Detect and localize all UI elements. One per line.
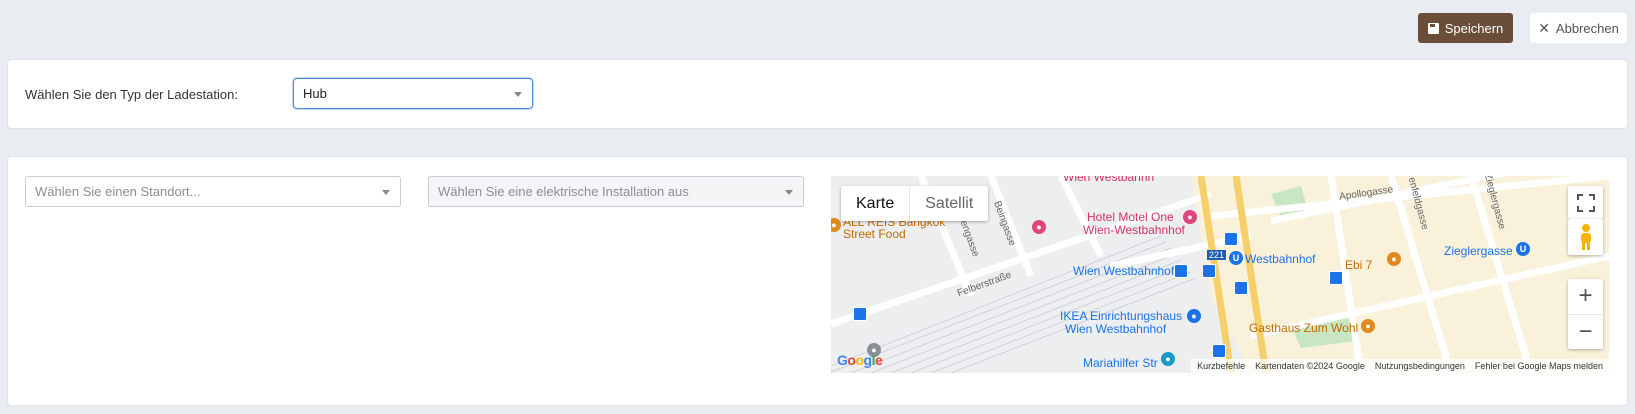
zoom-out-button[interactable]: −	[1568, 313, 1603, 350]
shopping-pin-icon[interactable]: ●	[1161, 352, 1175, 366]
pegman-icon	[1580, 224, 1591, 250]
cancel-button[interactable]: ✕ Abbrechen	[1530, 13, 1627, 43]
restaurant-pin-icon[interactable]: ●	[1361, 319, 1375, 333]
location-card: Wählen Sie einen Standort... Wählen Sie …	[7, 156, 1628, 406]
map-type-control: Karte Satellit	[841, 186, 989, 221]
google-logo: Google	[837, 352, 883, 368]
save-button-label: Speichern	[1444, 20, 1504, 36]
ubahn-icon[interactable]: U	[1229, 251, 1243, 265]
ubahn-icon[interactable]: U	[1516, 242, 1530, 256]
shopping-pin-icon[interactable]: ●	[1187, 309, 1201, 323]
zoom-control: + −	[1568, 279, 1603, 349]
chevron-down-icon	[382, 190, 390, 195]
map-label-hotel[interactable]: Hotel Motel One	[1087, 210, 1174, 224]
installation-select-placeholder: Wählen Sie eine elektrische Installation…	[438, 184, 689, 199]
map-label-ikea[interactable]: IKEA Einrichtungshaus	[1060, 309, 1182, 323]
map-label-mariahilfer[interactable]: Mariahilfer Str	[1083, 356, 1158, 370]
map-attribution-bar: Kurzbefehle Kartendaten ©2024 Google Nut…	[1191, 359, 1609, 373]
location-select[interactable]: Wählen Sie einen Standort...	[25, 176, 401, 207]
zoom-in-button[interactable]: +	[1568, 279, 1603, 314]
map-label-zieglergasse[interactable]: Zieglergasse	[1444, 244, 1513, 258]
fullscreen-icon	[1576, 193, 1595, 212]
map-label-gasthaus[interactable]: Gasthaus Zum Wohl	[1249, 321, 1358, 335]
train-station-icon[interactable]	[1174, 264, 1188, 278]
close-icon: ✕	[1538, 19, 1550, 36]
map-label-restaurant-thai-2[interactable]: Street Food	[843, 227, 906, 241]
road-number-badge: 221	[1207, 250, 1227, 260]
map-label-hotel-2[interactable]: Wien-Westbahnhof	[1083, 223, 1185, 237]
map-label-westbahn-top: Wien Westbahnh	[1063, 176, 1155, 184]
hotel-pin-icon[interactable]: ●	[1183, 210, 1197, 224]
map-view[interactable]: Wien Westbahnh ● ALL REIS Bangkok Street…	[831, 176, 1609, 373]
bus-stop-icon[interactable]	[853, 307, 867, 321]
bus-stop-icon[interactable]	[1202, 264, 1216, 278]
restaurant-pin-icon[interactable]: ●	[1387, 252, 1401, 266]
station-type-select[interactable]: Hub	[293, 78, 533, 109]
chevron-down-icon	[514, 92, 522, 97]
fullscreen-button[interactable]	[1568, 186, 1603, 219]
location-select-placeholder: Wählen Sie einen Standort...	[35, 184, 201, 199]
terms-link[interactable]: Nutzungsbedingungen	[1375, 361, 1465, 371]
map-data-text: Kartendaten ©2024 Google	[1255, 361, 1365, 371]
bus-stop-icon[interactable]	[1224, 232, 1238, 246]
bus-stop-icon[interactable]	[1234, 281, 1248, 295]
station-type-value: Hub	[303, 86, 327, 101]
map-type-satellite-tab[interactable]: Satellit	[910, 186, 988, 221]
report-error-link[interactable]: Fehler bei Google Maps melden	[1475, 361, 1603, 371]
hotel-pin-icon[interactable]: ●	[1032, 220, 1046, 234]
station-type-card: Wählen Sie den Typ der Ladestation: Hub	[7, 59, 1628, 129]
map-label-ebi[interactable]: Ebi 7	[1345, 258, 1372, 272]
map-label-ikea-2[interactable]: Wien Westbahnhof	[1065, 322, 1166, 336]
street-view-button[interactable]	[1568, 219, 1603, 255]
map-type-map-tab[interactable]: Karte	[841, 186, 911, 221]
installation-select[interactable]: Wählen Sie eine elektrische Installation…	[428, 176, 804, 207]
station-type-label: Wählen Sie den Typ der Ladestation:	[25, 87, 238, 102]
bus-stop-icon[interactable]	[1329, 271, 1343, 285]
floppy-disk-icon	[1427, 22, 1439, 34]
chevron-down-icon	[785, 190, 793, 195]
keyboard-shortcuts-link[interactable]: Kurzbefehle	[1197, 361, 1245, 371]
map-label-ubahn[interactable]: Westbahnhof	[1245, 252, 1316, 266]
bus-stop-icon[interactable]	[1212, 344, 1226, 358]
cancel-button-label: Abbrechen	[1555, 20, 1619, 36]
map-label-station[interactable]: Wien Westbahnhof	[1073, 264, 1174, 278]
save-button[interactable]: Speichern	[1418, 13, 1513, 43]
